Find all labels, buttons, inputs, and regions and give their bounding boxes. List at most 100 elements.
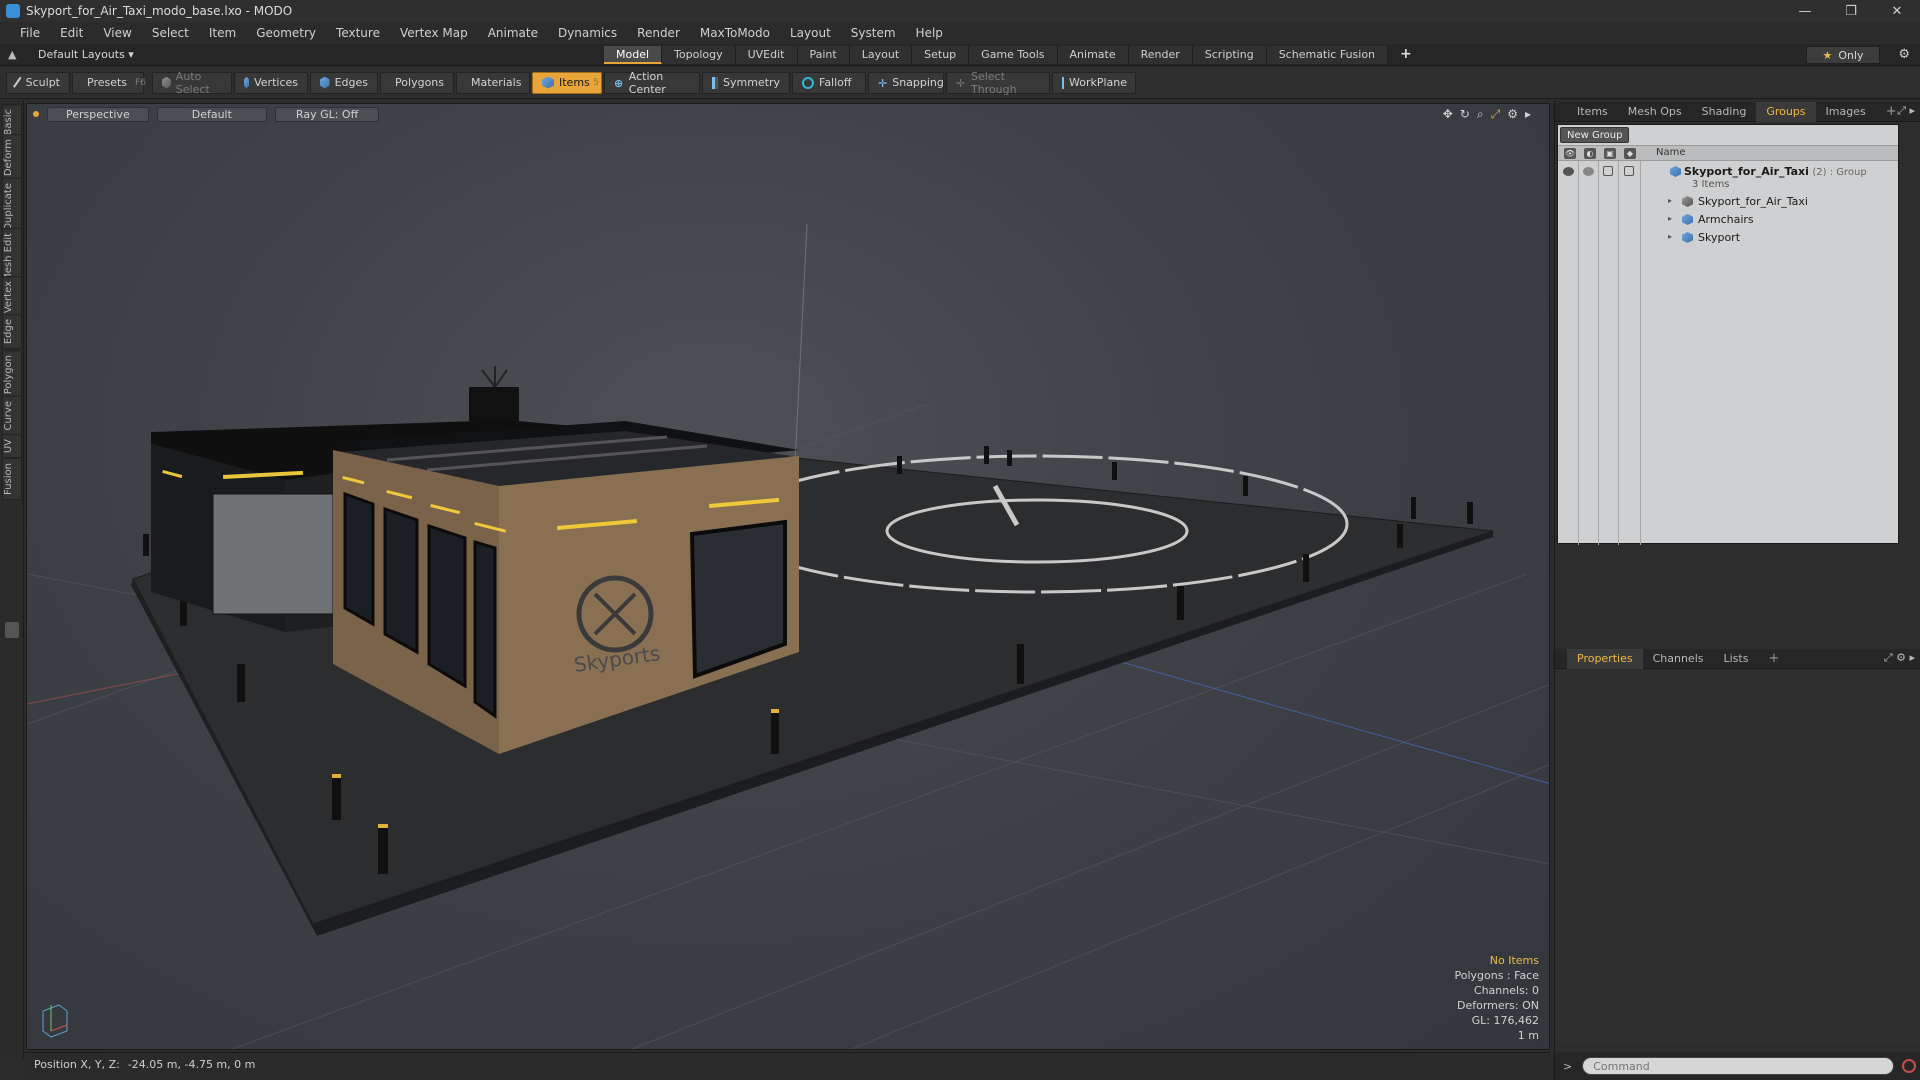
maximize-viewport-icon[interactable]: ⤢: [1491, 107, 1501, 122]
tab-channels[interactable]: Channels: [1643, 649, 1714, 669]
select-toggle-icon[interactable]: [1624, 166, 1634, 176]
menu-texture[interactable]: Texture: [326, 26, 390, 40]
snapping-button[interactable]: ✛ Snapping: [868, 71, 944, 94]
layout-tab-paint[interactable]: Paint: [797, 46, 850, 64]
sculpt-button[interactable]: Sculpt: [6, 71, 70, 94]
tab-shading[interactable]: Shading: [1692, 102, 1757, 122]
lock-toggle-icon[interactable]: [1603, 166, 1613, 176]
layout-tab-uvedit[interactable]: UVEdit: [735, 46, 798, 64]
action-center-button[interactable]: ⊕ Action Center: [604, 70, 700, 96]
only-toggle[interactable]: ★ Only: [1806, 46, 1880, 64]
menu-dynamics[interactable]: Dynamics: [548, 26, 627, 40]
expand-arrow-icon[interactable]: ▸: [1668, 232, 1672, 241]
tab-mesh-ops[interactable]: Mesh Ops: [1618, 102, 1692, 122]
tab-lists[interactable]: Lists: [1714, 649, 1759, 669]
layout-tab-layout[interactable]: Layout: [849, 46, 913, 64]
restore-button[interactable]: ❐: [1828, 0, 1874, 22]
menu-render[interactable]: Render: [627, 26, 690, 40]
tab-groups[interactable]: Groups: [1756, 101, 1816, 122]
presets-button[interactable]: Presets F6: [72, 71, 146, 94]
command-history-arrow[interactable]: >: [1563, 1060, 1572, 1073]
minimize-button[interactable]: —: [1782, 0, 1828, 22]
group-child-row[interactable]: ▸ Armchairs: [1558, 211, 1898, 229]
menu-item[interactable]: Item: [199, 26, 246, 40]
lock-column-icon[interactable]: ▣: [1604, 148, 1616, 159]
rooftop-planter: [469, 387, 519, 421]
shading-dropdown[interactable]: Default: [156, 106, 267, 122]
menu-select[interactable]: Select: [142, 26, 199, 40]
zoom-icon[interactable]: ⌕: [1477, 107, 1484, 122]
add-tab-button[interactable]: +: [1758, 649, 1789, 669]
auto-select-button[interactable]: Auto Select: [152, 70, 232, 96]
left-tab-uv[interactable]: UV: [2, 434, 22, 459]
expand-arrow-icon[interactable]: ▸: [1668, 214, 1672, 223]
tab-properties[interactable]: Properties: [1567, 648, 1643, 669]
menu-file[interactable]: File: [10, 26, 50, 40]
vertices-button[interactable]: Vertices 1: [234, 71, 315, 94]
visibility-column-icon[interactable]: 👁: [1564, 148, 1576, 159]
render-column-icon[interactable]: ◐: [1584, 148, 1596, 159]
polygons-button[interactable]: Polygons: [380, 71, 454, 94]
left-tab-polygon[interactable]: Polygon: [2, 350, 22, 400]
layout-tab-schematic-fusion[interactable]: Schematic Fusion: [1266, 46, 1389, 64]
expand-panel-icon[interactable]: ⤢ ⚙ ▸: [1884, 651, 1915, 665]
group-child-row[interactable]: ▸ Skyport_for_Air_Taxi: [1558, 193, 1898, 211]
menu-view[interactable]: View: [93, 26, 141, 40]
tab-images[interactable]: Images: [1816, 102, 1876, 122]
menu-system[interactable]: System: [841, 26, 906, 40]
viewport-arrow-icon[interactable]: ▸: [1525, 107, 1531, 122]
new-group-button[interactable]: New Group: [1560, 127, 1630, 143]
menu-animate[interactable]: Animate: [478, 26, 548, 40]
left-tab-curve[interactable]: Curve: [2, 396, 22, 436]
layout-tab-model[interactable]: Model: [604, 46, 663, 64]
raygl-toggle[interactable]: Ray GL: Off: [274, 106, 380, 122]
toolbox-toggle-button[interactable]: [5, 622, 19, 638]
record-macro-icon[interactable]: [1902, 1059, 1917, 1073]
command-input[interactable]: [1582, 1057, 1895, 1075]
materials-button[interactable]: Materials: [456, 71, 530, 94]
menu-maxtomodo[interactable]: MaxToModo: [690, 26, 780, 40]
left-tab-fusion[interactable]: Fusion: [2, 458, 22, 500]
symmetry-button[interactable]: Symmetry: [702, 71, 790, 94]
expand-panel-icon[interactable]: ⤢ ▸: [1897, 104, 1915, 118]
layout-settings-gear-icon[interactable]: ⚙: [1898, 47, 1910, 62]
render-toggle-icon[interactable]: [1583, 167, 1594, 176]
viewport-menu-dot-icon[interactable]: [33, 111, 39, 117]
menu-geometry[interactable]: Geometry: [246, 26, 326, 40]
select-through-button[interactable]: ✛ Select Through: [946, 70, 1050, 96]
menu-vertex-map[interactable]: Vertex Map: [390, 26, 478, 40]
tab-items[interactable]: Items: [1555, 102, 1618, 122]
close-button[interactable]: ✕: [1874, 0, 1920, 22]
left-tab-vertex[interactable]: Vertex: [2, 276, 22, 319]
layout-tab-scripting[interactable]: Scripting: [1192, 46, 1267, 64]
select-column-icon[interactable]: ◆: [1624, 148, 1636, 159]
edges-button[interactable]: Edges 2: [310, 71, 385, 94]
layouts-dropdown[interactable]: Default Layouts ▾: [38, 48, 134, 61]
viewport-settings-icon[interactable]: ⚙: [1507, 107, 1518, 122]
view-type-dropdown[interactable]: Perspective: [47, 106, 149, 122]
left-tab-duplicate[interactable]: Duplicate: [2, 178, 22, 236]
menu-layout[interactable]: Layout: [780, 26, 841, 40]
layout-tab-game-tools[interactable]: Game Tools: [969, 46, 1058, 64]
items-button[interactable]: Items 5: [532, 71, 602, 94]
layout-tab-render[interactable]: Render: [1128, 46, 1193, 64]
menu-help[interactable]: Help: [906, 26, 953, 40]
left-tab-edge[interactable]: Edge: [2, 314, 22, 350]
group-child-row[interactable]: ▸ Skyport: [1558, 229, 1898, 247]
add-layout-tab-button[interactable]: +: [1388, 46, 1424, 64]
layout-tab-setup[interactable]: Setup: [912, 46, 970, 64]
falloff-button[interactable]: Falloff: [792, 71, 866, 94]
menu-edit[interactable]: Edit: [50, 26, 93, 40]
rotate-icon[interactable]: ↻: [1460, 107, 1470, 122]
layout-tab-topology[interactable]: Topology: [662, 46, 736, 64]
3d-viewport[interactable]: Perspective Default Ray GL: Off ✥ ↻ ⌕ ⤢ …: [26, 103, 1550, 1050]
visibility-eye-icon[interactable]: [1563, 167, 1574, 176]
polygons-label: Polygons: [395, 76, 444, 89]
workplane-button[interactable]: WorkPlane: [1052, 71, 1136, 94]
pan-icon[interactable]: ✥: [1443, 107, 1453, 122]
left-tab-deform[interactable]: Deform: [2, 134, 22, 182]
expand-arrow-icon[interactable]: ▸: [1668, 196, 1672, 205]
layout-collapse-icon[interactable]: ▲: [8, 48, 22, 61]
window-title: Skyport_for_Air_Taxi_modo_base.lxo - MOD…: [26, 4, 293, 18]
layout-tab-animate[interactable]: Animate: [1057, 46, 1129, 64]
